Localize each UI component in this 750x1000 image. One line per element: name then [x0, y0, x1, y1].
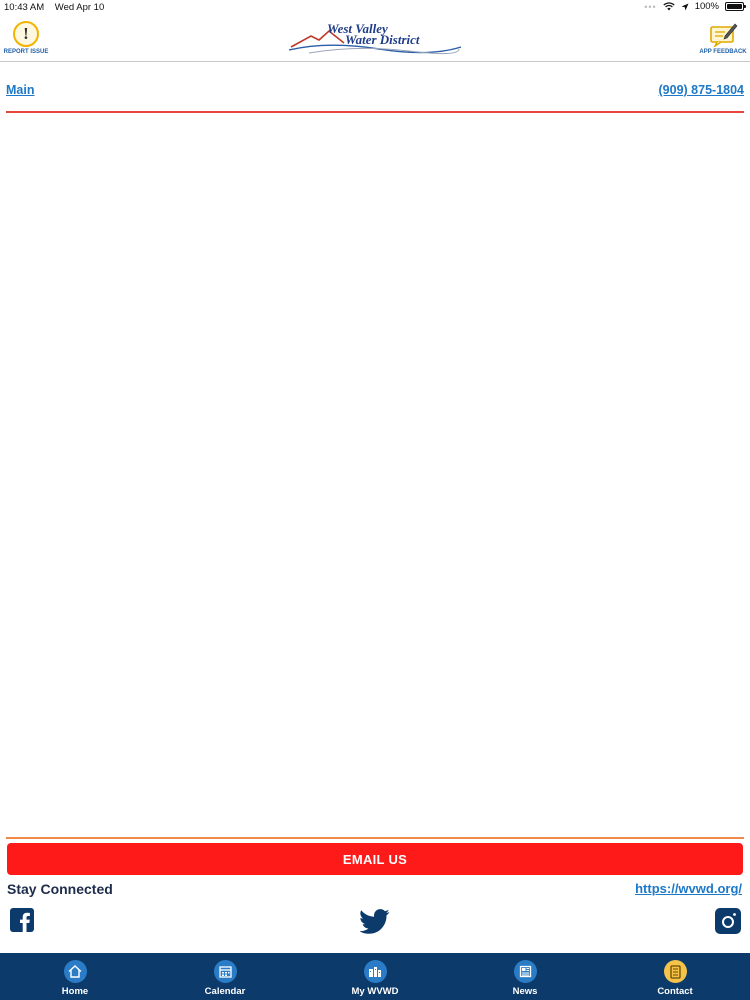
tab-label-news: News — [512, 986, 538, 997]
multitask-dots-icon: ••• — [644, 1, 657, 12]
main-link[interactable]: Main — [6, 83, 34, 97]
tab-home[interactable]: Home — [0, 953, 150, 1000]
logo-wordmark: West Valley Water District — [327, 22, 420, 46]
facebook-icon[interactable] — [10, 908, 34, 937]
location-arrow-icon — [681, 3, 689, 10]
status-left: 10:43 AM Wed Apr 10 — [4, 2, 112, 13]
tab-label-my-wvwd: My WVWD — [351, 986, 399, 997]
app-feedback-label: APP FEEDBACK — [699, 49, 747, 55]
wifi-icon — [663, 2, 675, 11]
bottom-divider — [6, 837, 744, 839]
tab-label-contact: Contact — [657, 986, 693, 997]
top-divider — [6, 111, 744, 113]
phone-link[interactable]: (909) 875-1804 — [659, 83, 744, 97]
app-feedback-button[interactable]: APP FEEDBACK — [699, 21, 747, 55]
report-issue-label: REPORT ISSUE — [3, 49, 49, 55]
tab-calendar[interactable]: Calendar — [150, 953, 300, 1000]
news-icon — [513, 960, 537, 983]
home-icon — [63, 960, 87, 983]
website-link[interactable]: https://wvwd.org/ — [635, 881, 742, 896]
tab-label-calendar: Calendar — [204, 986, 246, 997]
bottom-tab-bar: Home Calendar My WVWD News Contact — [0, 953, 750, 1000]
contact-book-icon — [663, 960, 687, 983]
feedback-note-icon — [710, 23, 738, 47]
status-right: ••• 100% — [644, 1, 746, 12]
report-issue-button[interactable]: ! REPORT ISSUE — [3, 21, 49, 55]
alert-icon: ! — [13, 21, 39, 47]
status-date: Wed Apr 10 — [54, 2, 105, 13]
tab-label-home: Home — [61, 986, 89, 997]
building-icon — [363, 960, 387, 983]
battery-icon — [725, 2, 746, 11]
tab-contact[interactable]: Contact — [600, 953, 750, 1000]
calendar-icon — [213, 960, 237, 983]
email-us-button[interactable]: EMAIL US — [7, 843, 743, 875]
instagram-icon[interactable] — [715, 908, 741, 939]
twitter-icon[interactable] — [359, 909, 390, 939]
district-logo: West Valley Water District — [289, 19, 464, 59]
status-bar: 10:43 AM Wed Apr 10 ••• 100% — [0, 0, 750, 16]
tab-news[interactable]: News — [450, 953, 600, 1000]
battery-percent: 100% — [694, 1, 719, 12]
app-header: ! REPORT ISSUE West Valley Water Distric… — [0, 16, 750, 62]
tab-my-wvwd[interactable]: My WVWD — [300, 953, 450, 1000]
status-time: 10:43 AM — [4, 2, 45, 13]
stay-connected-heading: Stay Connected — [7, 881, 113, 897]
